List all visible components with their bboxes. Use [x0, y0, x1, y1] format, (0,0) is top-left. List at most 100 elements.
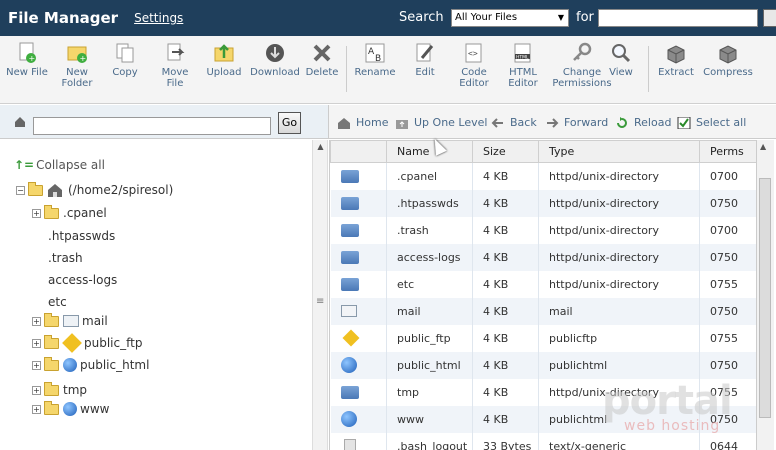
table-row[interactable]: .bash_logout 33 Bytes text/x-generic 0644	[330, 432, 756, 450]
scroll-up-icon[interactable]: ▲	[760, 142, 766, 151]
back-button[interactable]: Back	[491, 116, 537, 129]
file-type-cell: publichtml	[538, 351, 700, 379]
expand-toggle-icon[interactable]: +	[32, 360, 41, 370]
file-name-cell[interactable]: public_ftp	[386, 324, 473, 352]
compress-label: Compress	[703, 67, 753, 78]
edit-icon	[414, 42, 436, 64]
file-name-cell[interactable]: .cpanel	[386, 162, 473, 190]
edit-button[interactable]: Edit	[412, 42, 438, 78]
app-title: File Manager	[8, 9, 119, 27]
tree-item-tmp[interactable]: + tmp	[32, 381, 87, 397]
home-button[interactable]: Home	[337, 116, 388, 129]
settings-link[interactable]: Settings	[134, 11, 183, 25]
html-editor-icon: HTML	[512, 42, 534, 64]
search-scope-select[interactable]: All Your Files ▼	[451, 9, 569, 27]
upload-button[interactable]: Upload	[205, 42, 243, 78]
table-row[interactable]: .trash 4 KB httpd/unix-directory 0700	[330, 216, 756, 244]
table-row[interactable]: etc 4 KB httpd/unix-directory 0755	[330, 270, 756, 298]
new-folder-button[interactable]: + New Folder	[60, 42, 94, 89]
up-one-level-button[interactable]: Up One Level	[395, 116, 487, 129]
reload-button[interactable]: Reload	[615, 116, 671, 129]
table-row[interactable]: www 4 KB publichtml 0750	[330, 405, 756, 433]
svg-text:HTML: HTML	[516, 55, 529, 61]
file-name-cell[interactable]: .htpasswds	[386, 189, 473, 217]
file-icon-cell	[330, 405, 387, 433]
forward-button[interactable]: Forward	[545, 116, 608, 129]
table-row[interactable]: mail 4 KB mail 0750	[330, 297, 756, 325]
file-icon-cell	[330, 324, 387, 352]
table-row[interactable]: public_html 4 KB publichtml 0750	[330, 351, 756, 379]
collapse-toggle-icon[interactable]: −	[16, 185, 25, 195]
tree-item-access-logs[interactable]: access-logs	[48, 273, 117, 287]
tree-item-mail[interactable]: + mail	[32, 312, 108, 328]
size-column-header[interactable]: Size	[472, 140, 539, 163]
file-type-cell: httpd/unix-directory	[538, 189, 700, 217]
scrollbar-thumb[interactable]	[759, 178, 771, 418]
tree-root[interactable]: − (/home2/spiresol)	[16, 181, 174, 197]
path-input[interactable]	[33, 117, 271, 135]
move-file-button[interactable]: Move File	[158, 42, 192, 89]
view-button[interactable]: View	[606, 42, 636, 78]
view-icon	[610, 42, 632, 64]
search-scope-value: All Your Files	[455, 12, 518, 23]
tree-item-www[interactable]: + www	[32, 400, 110, 416]
splitter-grip-icon[interactable]: ≡	[316, 296, 324, 307]
tree-item-trash[interactable]: .trash	[48, 251, 83, 265]
tree-item-public-ftp[interactable]: + public_ftp	[32, 333, 142, 353]
tree-item-label: .cpanel	[63, 206, 107, 220]
file-name-cell[interactable]: tmp	[386, 378, 473, 406]
table-row[interactable]: public_ftp 4 KB publicftp 0755	[330, 324, 756, 352]
tree-item-label: www	[80, 402, 110, 416]
html-editor-button[interactable]: HTML HTML Editor	[505, 42, 541, 89]
file-type-cell: httpd/unix-directory	[538, 216, 700, 244]
scroll-up-icon[interactable]: ▲	[315, 142, 326, 153]
file-size-cell: 4 KB	[472, 324, 539, 352]
file-name-cell[interactable]: public_html	[386, 351, 473, 379]
compress-button[interactable]: Compress	[702, 42, 754, 78]
table-row[interactable]: .cpanel 4 KB httpd/unix-directory 0700	[330, 162, 756, 190]
toolbar-separator	[648, 46, 649, 92]
tree-item-etc[interactable]: etc	[48, 295, 67, 309]
collapse-all-button[interactable]: ↑= Collapse all	[14, 158, 105, 172]
reload-label: Reload	[634, 116, 672, 129]
home-icon[interactable]	[14, 116, 26, 128]
tree-item-public-html[interactable]: + public_html	[32, 356, 149, 372]
folder-icon	[340, 385, 359, 399]
copy-button[interactable]: Copy	[110, 42, 140, 78]
table-row[interactable]: access-logs 4 KB httpd/unix-directory 0750	[330, 243, 756, 271]
table-row[interactable]: .htpasswds 4 KB httpd/unix-directory 0750	[330, 189, 756, 217]
file-type-cell: publichtml	[538, 405, 700, 433]
file-size-cell: 4 KB	[472, 297, 539, 325]
download-button[interactable]: Download	[250, 42, 300, 78]
file-name-cell[interactable]: .trash	[386, 216, 473, 244]
tree-item-cpanel[interactable]: + .cpanel	[32, 204, 107, 220]
tree-root-label: (/home2/spiresol)	[68, 183, 174, 197]
file-name-cell[interactable]: .bash_logout	[386, 432, 473, 450]
search-input[interactable]	[598, 9, 758, 27]
file-name-cell[interactable]: mail	[386, 297, 473, 325]
search-go-button[interactable]	[763, 9, 776, 27]
new-file-button[interactable]: + New File	[6, 42, 48, 78]
svg-text:<>: <>	[468, 49, 478, 58]
file-name-cell[interactable]: etc	[386, 270, 473, 298]
path-go-button[interactable]: Go	[278, 112, 301, 134]
expand-toggle-icon[interactable]: +	[32, 385, 41, 395]
type-column-header[interactable]: Type	[538, 140, 700, 163]
perms-column-header[interactable]: Perms	[699, 140, 756, 163]
code-editor-button[interactable]: <> Code Editor	[456, 42, 492, 89]
tree-item-htpasswds[interactable]: .htpasswds	[48, 229, 115, 243]
file-name-cell[interactable]: access-logs	[386, 243, 473, 271]
vertical-scrollbar[interactable]: ▲	[756, 140, 774, 450]
expand-toggle-icon[interactable]: +	[32, 404, 41, 414]
extract-button[interactable]: Extract	[656, 42, 696, 78]
select-all-button[interactable]: Select all	[677, 116, 746, 129]
expand-toggle-icon[interactable]: +	[32, 208, 41, 218]
delete-button[interactable]: Delete	[304, 42, 340, 78]
expand-toggle-icon[interactable]: +	[32, 338, 41, 348]
table-row[interactable]: tmp 4 KB httpd/unix-directory 0755	[330, 378, 756, 406]
expand-toggle-icon[interactable]: +	[32, 316, 41, 326]
file-name-cell[interactable]: www	[386, 405, 473, 433]
rename-button[interactable]: AB Rename	[354, 42, 396, 78]
change-permissions-button[interactable]: Change Permissions	[550, 42, 614, 89]
panel-splitter[interactable]: ▲ ≡	[312, 140, 328, 450]
